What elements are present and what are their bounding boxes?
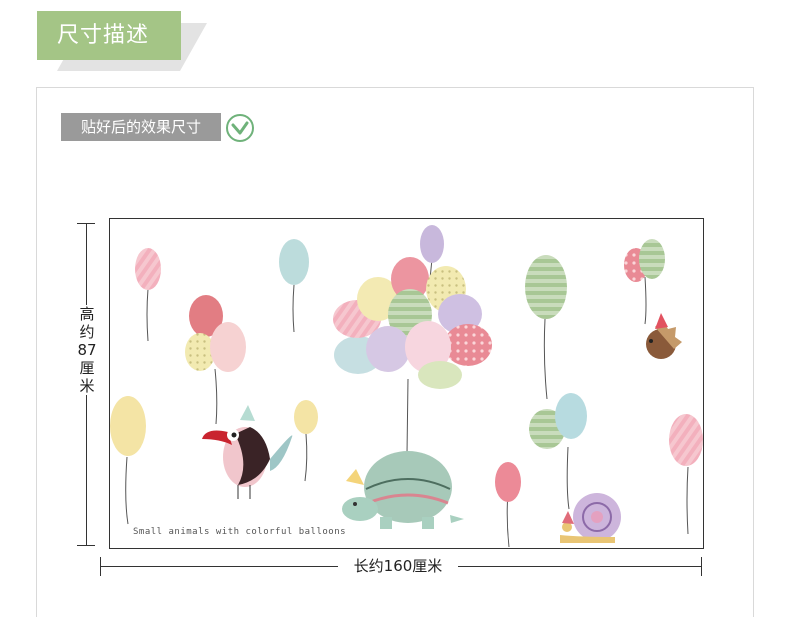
section-header: 尺寸描述 <box>37 11 212 71</box>
width-label: 长约160厘米 <box>338 556 458 576</box>
section-subtitle: 贴好后的效果尺寸 <box>61 113 221 141</box>
header-title: 尺寸描述 <box>37 11 181 60</box>
width-right-tick <box>701 557 702 576</box>
wall-sticker-artwork <box>109 218 704 549</box>
height-bottom-tick <box>77 545 95 546</box>
height-label: 高约87厘米 <box>76 305 98 395</box>
artwork-caption: Small animals with colorful balloons <box>133 527 347 537</box>
illustration <box>110 225 703 548</box>
check-circle-icon <box>226 114 254 142</box>
